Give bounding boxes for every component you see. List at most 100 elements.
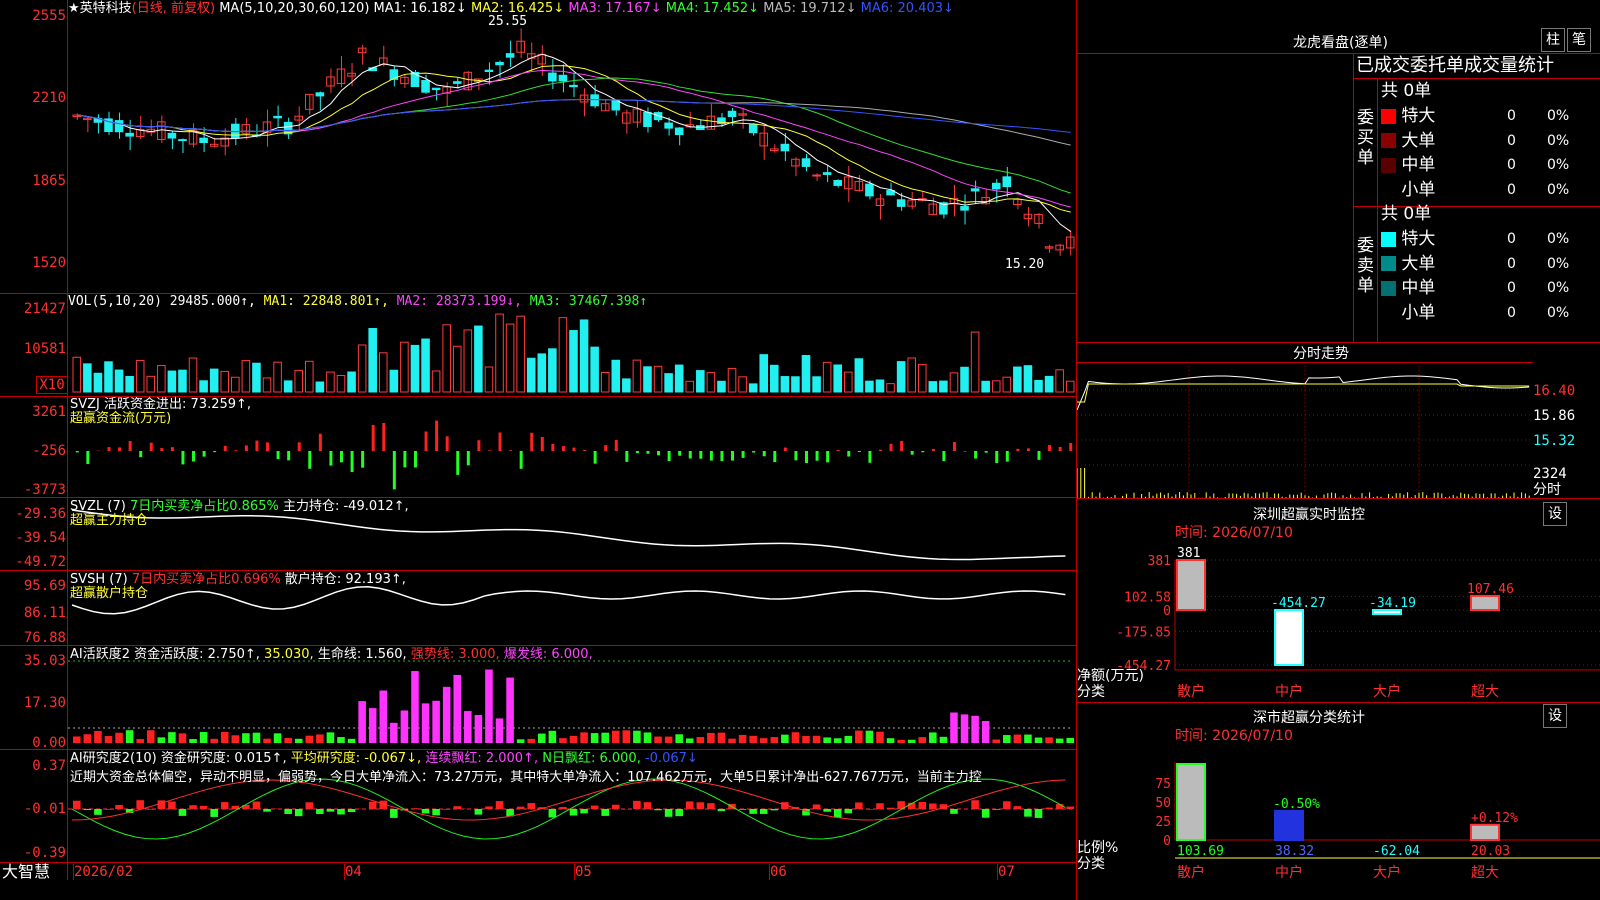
ai-active-bar <box>379 690 388 743</box>
vol-ma2: MA2: 28373.199↓, <box>396 294 522 309</box>
ma4-label: MA4: 17.452↓ <box>665 1 760 16</box>
sell-row-count: 0 <box>1507 255 1516 272</box>
classify-settings-button[interactable]: 设 <box>1543 704 1567 728</box>
ai-active-bar <box>918 737 927 743</box>
buy-row-name: 特大 <box>1396 106 1436 126</box>
volume-bar <box>1034 379 1043 393</box>
kline-candle <box>558 74 568 82</box>
volume-bar <box>653 365 663 393</box>
ai-active-bar <box>812 735 821 743</box>
ai-research-bar <box>83 809 92 811</box>
ai-research-bar <box>485 806 493 809</box>
kline-candle <box>294 115 304 121</box>
monitor-category-1: 中户 <box>1275 683 1303 700</box>
ai-active-bar <box>368 708 377 743</box>
svsh-axis-2: 76.88 <box>23 630 66 646</box>
classify-value-1: 38.32 <box>1275 844 1314 859</box>
ai-active-bar <box>199 732 208 743</box>
volume-bar <box>981 380 990 393</box>
classify-value-2: -62.04 <box>1373 844 1420 859</box>
high-price-mark: 25.55 <box>488 14 528 29</box>
date-label-2: 05 <box>575 864 592 880</box>
volume-bar <box>505 323 515 393</box>
volume-bar <box>262 377 272 393</box>
volume-bar <box>283 380 293 393</box>
volume-bar <box>558 317 568 393</box>
svzl-axis-1: -39.54 <box>15 530 66 546</box>
kline-candle <box>421 80 430 93</box>
classify-bar-0 <box>1176 763 1206 841</box>
volume-bar <box>167 370 177 393</box>
ai-research-axis-1: -0.01 <box>23 801 66 817</box>
intraday-title: 分时走势 <box>1293 346 1349 362</box>
ai-active-bar <box>728 738 736 743</box>
ai-research-bar <box>316 809 324 814</box>
svsh-hold: 散户持仓: 92.193↑, <box>284 572 406 587</box>
sell-row-count: 0 <box>1507 304 1516 321</box>
monitor-chart[interactable]: 381102.580-175.85-454.27381散户-454.27中户-3… <box>1077 540 1600 700</box>
ai-research-bar <box>833 809 842 818</box>
monitor-bar-label-2: -34.19 <box>1369 596 1416 611</box>
kline-candle <box>167 132 177 139</box>
volume-bar <box>611 359 621 393</box>
date-label-3: 06 <box>770 864 787 880</box>
buy-total: 共 0单 <box>1381 81 1432 101</box>
ai-active-bar <box>316 734 324 743</box>
ai-active-axis-1: 17.30 <box>23 695 66 711</box>
sell-row-0: 特大 0 0% <box>1381 227 1600 252</box>
ai-active-bar <box>220 731 229 743</box>
buy-row-name: 中单 <box>1396 155 1436 175</box>
vol-axis-2: X10 <box>36 376 68 394</box>
chart-area[interactable]: ★英特科技(日线, 前复权) MA(5,10,20,30,60,120) MA1… <box>0 0 1077 900</box>
classify-axis-label: 25 <box>1155 815 1171 830</box>
ai-research-bar <box>136 800 144 809</box>
sell-row-pct: 0% <box>1547 231 1570 247</box>
sell-row-name: 中单 <box>1396 278 1436 298</box>
ai-research-bar <box>178 809 187 816</box>
intraday-chart[interactable] <box>1077 362 1533 498</box>
ai-research-v2: 平均研究度: -0.067↓, <box>290 751 422 766</box>
intraday-axis-3: 2324 <box>1533 466 1567 482</box>
volume-bar <box>770 364 779 393</box>
volume-bar <box>960 366 969 393</box>
intraday-axis-2: 15.32 <box>1533 433 1576 449</box>
ai-active-bar <box>749 735 757 743</box>
volume-bar <box>1065 380 1075 393</box>
monitor-axis-label: 0 <box>1163 604 1171 619</box>
volume-bar <box>548 348 557 393</box>
classify-category-3: 超大 <box>1471 865 1499 881</box>
ai-research-avg <box>71 779 1066 821</box>
volume-bar <box>791 376 800 393</box>
vol-name: VOL(5,10,20) <box>68 294 162 309</box>
ai-active-bar <box>897 739 905 743</box>
sell-row-name: 特大 <box>1396 229 1436 249</box>
ai-research-bar <box>601 809 609 816</box>
monitor-time: 时间: 2026/07/10 <box>1175 525 1293 541</box>
kline-candle <box>991 182 1001 190</box>
dragon-tiger-tabs[interactable]: 已成交委托单成交量统计 <box>1356 55 1554 77</box>
monitor-settings-button[interactable]: 设 <box>1543 502 1567 526</box>
volume-bar <box>252 362 261 393</box>
date-label-1: 04 <box>345 864 362 880</box>
tick-mode-button[interactable]: 笔 <box>1567 28 1591 52</box>
ai-research-bar <box>1045 807 1053 809</box>
ai-active-bar <box>146 730 155 743</box>
volume-bar <box>632 359 642 393</box>
ai-active-bar <box>347 738 356 743</box>
kline-candle <box>505 53 515 58</box>
intraday-axis-1: 15.86 <box>1533 408 1576 424</box>
ai-research-bar <box>252 801 261 809</box>
volume-bar <box>685 380 695 393</box>
ai-research-v1: 资金研究度: 0.015↑, <box>160 751 287 766</box>
ai-active-bar <box>94 730 102 743</box>
svsh-axis-0: 95.69 <box>23 578 66 594</box>
chart-panels[interactable] <box>68 0 1076 862</box>
classify-axis-label: 0 <box>1163 834 1171 849</box>
ai-research-v5: -0.067↓ <box>644 751 698 766</box>
bar-mode-button[interactable]: 柱 <box>1541 28 1565 52</box>
vol-ma1: MA1: 22848.801↑, <box>263 294 389 309</box>
classify-chart[interactable]: 75 50 25 0 103.69 散户 -0.50% 38.32 中户 -62.04 大户 +0.1… <box>1077 744 1600 900</box>
kline-candle <box>643 111 652 127</box>
ai-research-comment: 近期大资金总体偏空，异动不明显，偏弱势，今日大单净流入：73.27万元，其中特大… <box>70 770 982 785</box>
volume-bar <box>231 376 240 393</box>
